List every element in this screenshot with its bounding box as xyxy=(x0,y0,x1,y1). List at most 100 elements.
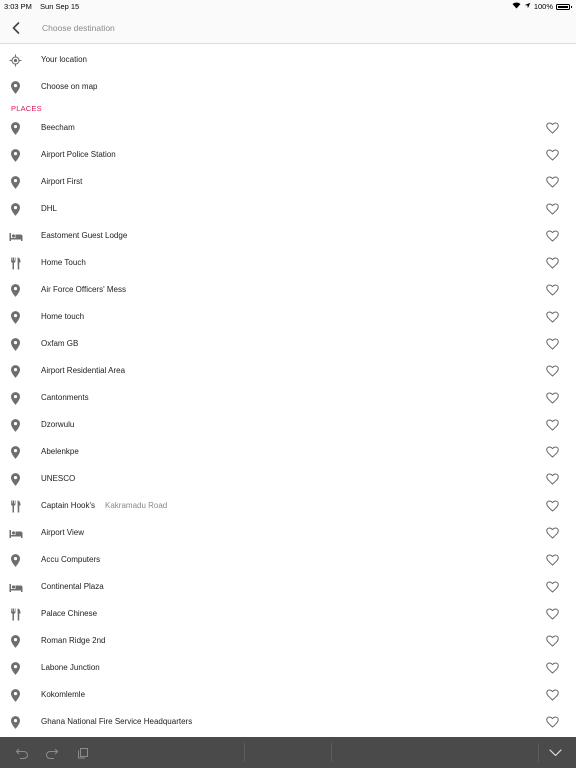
favorite-heart-icon[interactable] xyxy=(545,391,560,405)
place-row[interactable]: Kokomlemle xyxy=(0,682,576,709)
favorite-heart-icon[interactable] xyxy=(545,175,560,189)
place-name: Captain Hook's xyxy=(41,501,95,510)
place-label: Airport Residential Area xyxy=(41,366,125,375)
map-pin-icon xyxy=(8,392,23,405)
place-label: Airport Police Station xyxy=(41,150,116,159)
my-location-icon xyxy=(8,54,23,67)
place-row[interactable]: Labone Junction xyxy=(0,655,576,682)
favorite-heart-icon[interactable] xyxy=(545,499,560,513)
place-label: Labone Junction xyxy=(41,663,100,672)
place-label: Abelenkpe xyxy=(41,447,79,456)
favorite-heart-icon[interactable] xyxy=(545,607,560,621)
dismiss-keyboard-button[interactable] xyxy=(547,745,563,761)
option-label: Choose on map xyxy=(41,82,98,91)
map-pin-icon xyxy=(8,473,23,486)
map-pin-icon xyxy=(8,122,23,135)
option-choose-on-map[interactable]: Choose on map xyxy=(0,74,576,101)
places-section-header: PLACES xyxy=(11,104,42,113)
favorite-heart-icon[interactable] xyxy=(545,283,560,297)
place-name: Cantonments xyxy=(41,393,89,402)
search-header xyxy=(0,12,576,44)
place-row[interactable]: Home Touch xyxy=(0,250,576,277)
favorite-heart-icon[interactable] xyxy=(545,418,560,432)
place-label: Home touch xyxy=(41,312,84,321)
status-right: 100% xyxy=(512,2,572,11)
status-left: 3:03 PM Sun Sep 15 xyxy=(4,2,85,11)
place-name: Home Touch xyxy=(41,258,86,267)
place-row[interactable]: Home touch xyxy=(0,304,576,331)
hotel-bed-icon xyxy=(8,527,23,540)
favorite-heart-icon[interactable] xyxy=(545,256,560,270)
undo-button[interactable] xyxy=(14,745,30,761)
place-label: Beecham xyxy=(41,123,75,132)
place-row[interactable]: DHL xyxy=(0,196,576,223)
wifi-icon xyxy=(512,2,521,11)
keyboard-toolbar xyxy=(0,737,576,768)
place-row[interactable]: Airport First xyxy=(0,169,576,196)
paste-button[interactable] xyxy=(75,745,91,761)
map-pin-icon xyxy=(8,81,23,94)
option-your-location[interactable]: Your location xyxy=(0,47,576,74)
place-row[interactable]: Air Force Officers' Mess xyxy=(0,277,576,304)
map-pin-icon xyxy=(8,176,23,189)
place-name: Abelenkpe xyxy=(41,447,79,456)
place-row[interactable]: Palace Chinese xyxy=(0,601,576,628)
place-name: Palace Chinese xyxy=(41,609,98,618)
map-pin-icon xyxy=(8,419,23,432)
favorite-heart-icon[interactable] xyxy=(545,472,560,486)
favorite-heart-icon[interactable] xyxy=(545,580,560,594)
status-date: Sun Sep 15 xyxy=(40,2,80,11)
favorite-heart-icon[interactable] xyxy=(545,715,560,729)
place-row[interactable]: Accu Computers xyxy=(0,547,576,574)
favorite-heart-icon[interactable] xyxy=(545,661,560,675)
location-arrow-icon xyxy=(524,2,531,11)
place-row[interactable]: Continental Plaza xyxy=(0,574,576,601)
place-row[interactable]: Airport View xyxy=(0,520,576,547)
chevron-down-icon xyxy=(548,749,562,757)
favorite-heart-icon[interactable] xyxy=(545,553,560,567)
map-pin-icon xyxy=(8,446,23,459)
favorite-heart-icon[interactable] xyxy=(545,148,560,162)
place-row[interactable]: Oxfam GB xyxy=(0,331,576,358)
place-label: Cantonments xyxy=(41,393,89,402)
redo-button[interactable] xyxy=(44,745,60,761)
favorite-heart-icon[interactable] xyxy=(545,310,560,324)
place-subtitle: Kakramadu Road xyxy=(105,501,168,510)
place-name: DHL xyxy=(41,204,58,213)
place-label: Air Force Officers' Mess xyxy=(41,285,126,294)
place-label: DHL xyxy=(41,204,57,213)
favorite-heart-icon[interactable] xyxy=(545,121,560,135)
place-row[interactable]: Airport Residential Area xyxy=(0,358,576,385)
favorite-heart-icon[interactable] xyxy=(545,364,560,378)
place-row[interactable]: Airport Police Station xyxy=(0,142,576,169)
place-name: Dzorwulu xyxy=(41,420,75,429)
place-row[interactable]: Abelenkpe xyxy=(0,439,576,466)
status-time: 3:03 PM xyxy=(4,2,32,11)
place-label: UNESCO xyxy=(41,474,75,483)
favorite-heart-icon[interactable] xyxy=(545,445,560,459)
place-name: Airport First xyxy=(41,177,83,186)
place-row[interactable]: Dzorwulu xyxy=(0,412,576,439)
map-pin-icon xyxy=(8,149,23,162)
place-row[interactable]: Roman Ridge 2nd xyxy=(0,628,576,655)
place-row[interactable]: Ghana National Fire Service Headquarters xyxy=(0,709,576,736)
place-row[interactable]: Captain Hook's Kakramadu Road xyxy=(0,493,576,520)
favorite-heart-icon[interactable] xyxy=(545,688,560,702)
place-row[interactable]: UNESCO xyxy=(0,466,576,493)
favorite-heart-icon[interactable] xyxy=(545,634,560,648)
place-name: Ghana National Fire Service Headquarters xyxy=(41,717,193,726)
back-button[interactable] xyxy=(6,18,26,38)
map-pin-icon xyxy=(8,338,23,351)
place-name: Beecham xyxy=(41,123,75,132)
favorite-heart-icon[interactable] xyxy=(545,229,560,243)
place-row[interactable]: Beecham xyxy=(0,115,576,142)
place-row[interactable]: Eastoment Guest Lodge xyxy=(0,223,576,250)
destination-search-input[interactable] xyxy=(40,19,524,37)
place-row[interactable]: Cantonments xyxy=(0,385,576,412)
place-label: Home Touch xyxy=(41,258,86,267)
place-label: Eastoment Guest Lodge xyxy=(41,231,127,240)
favorite-heart-icon[interactable] xyxy=(545,337,560,351)
status-bar: 3:03 PM Sun Sep 15 100% xyxy=(0,0,576,12)
favorite-heart-icon[interactable] xyxy=(545,202,560,216)
favorite-heart-icon[interactable] xyxy=(545,526,560,540)
